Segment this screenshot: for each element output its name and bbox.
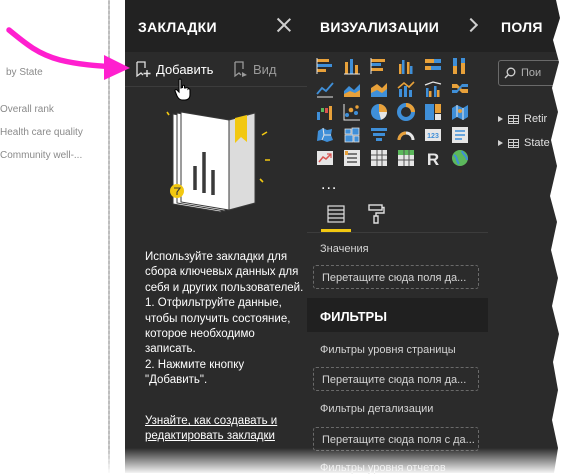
clustered-column-icon[interactable] [396, 56, 416, 76]
slicer-icon[interactable] [342, 148, 362, 168]
visualizations-header: ВИЗУАЛИЗАЦИИ [307, 0, 488, 52]
page-filters-label: Фильтры уровня страницы [320, 344, 456, 356]
bookmarks-title: ЗАКЛАДКИ [138, 19, 217, 35]
annotation-arrow-icon [6, 27, 130, 80]
line-clustered-icon[interactable] [423, 79, 443, 99]
bookmarks-pane: ЗАКЛАДКИ Добавить Вид Используйте заклад… [125, 0, 307, 473]
ribbon-chart-icon[interactable] [450, 79, 470, 99]
values-drop-well[interactable]: Перетащите сюда поля да... [313, 265, 479, 289]
percent-bar-icon[interactable] [423, 56, 443, 76]
learn-bookmarks-link[interactable]: Узнайте, как создавать и редактировать з… [145, 414, 305, 445]
fields-title: ПОЛЯ [501, 19, 543, 35]
table-icon [508, 114, 519, 124]
svg-text:R: R [427, 150, 439, 168]
stacked-bar-icon[interactable] [315, 56, 335, 76]
values-label: Значения [320, 243, 369, 255]
add-bookmark-button[interactable]: Добавить [134, 60, 213, 78]
visualizations-title: ВИЗУАЛИЗАЦИИ [320, 19, 440, 35]
filters-title: ФИЛЬТРЫ [320, 309, 387, 324]
card-icon[interactable]: 123 [423, 125, 443, 145]
line-column-icon[interactable] [396, 79, 416, 99]
bookmarks-toolbar: Добавить Вид [125, 52, 307, 87]
shape-map-icon[interactable] [342, 125, 362, 145]
fields-tab-icon[interactable] [326, 204, 346, 224]
view-button[interactable]: Вид [231, 60, 277, 78]
hand-cursor-icon [174, 78, 191, 101]
torn-edge [550, 0, 564, 473]
bookmarks-header: ЗАКЛАДКИ [125, 0, 307, 52]
svg-text:123: 123 [427, 133, 439, 140]
pie-chart-icon[interactable] [369, 102, 389, 122]
filters-header: ФИЛЬТРЫ [307, 298, 488, 332]
legend-item: Community well-... [0, 150, 83, 161]
search-icon [504, 67, 516, 79]
more-visuals-button[interactable]: ... [321, 176, 337, 194]
legend-item: Health care quality [0, 127, 83, 138]
drill-filters-label: Фильтры детализации [320, 403, 434, 415]
bookmarks-instructions: Используйте закладки для сбора ключевых … [145, 251, 304, 387]
format-paint-roller-icon[interactable] [366, 203, 386, 225]
drill-filters-drop-well[interactable]: Перетащите сюда поля с да... [313, 427, 479, 451]
stacked-column-icon[interactable] [342, 56, 362, 76]
scatter-icon[interactable] [342, 102, 362, 122]
bookmarks-illustration [166, 111, 270, 213]
active-tab-indicator [321, 229, 351, 232]
chevron-right-icon[interactable] [463, 17, 479, 33]
visualizations-tabs [307, 196, 488, 233]
matrix-icon[interactable] [396, 148, 416, 168]
donut-icon[interactable] [396, 102, 416, 122]
expand-arrow-icon [498, 116, 503, 122]
view-bookmark-icon [234, 61, 247, 78]
multi-row-card-icon[interactable] [450, 125, 470, 145]
stacked-area-icon[interactable] [369, 79, 389, 99]
add-bookmark-label: Добавить [156, 61, 214, 77]
kpi-icon[interactable] [315, 148, 335, 168]
percent-column-icon[interactable] [450, 56, 470, 76]
gauge-icon[interactable] [396, 125, 416, 145]
report-filters-label: Фильтры уровня отчетов [320, 462, 446, 474]
r-script-icon[interactable]: R [423, 148, 443, 168]
table-icon [508, 138, 519, 148]
close-icon[interactable] [275, 16, 293, 34]
line-chart-icon[interactable] [315, 79, 335, 99]
clustered-bar-icon[interactable] [369, 56, 389, 76]
funnel-icon[interactable] [369, 125, 389, 145]
expand-arrow-icon [498, 140, 503, 146]
arcgis-globe-icon[interactable] [450, 148, 470, 168]
visualizations-pane: ВИЗУАЛИЗАЦИИ 123 R ... Значения Перетащит… [307, 0, 488, 474]
treemap-icon[interactable] [423, 102, 443, 122]
waterfall-icon[interactable] [315, 102, 335, 122]
search-placeholder: Пои [521, 67, 542, 79]
table-icon[interactable] [369, 148, 389, 168]
page-filters-drop-well[interactable]: Перетащите сюда поля да... [313, 367, 479, 391]
map-icon[interactable] [450, 102, 470, 122]
filled-map-icon[interactable] [315, 125, 335, 145]
view-label: Вид [253, 61, 277, 77]
area-chart-icon[interactable] [342, 79, 362, 99]
